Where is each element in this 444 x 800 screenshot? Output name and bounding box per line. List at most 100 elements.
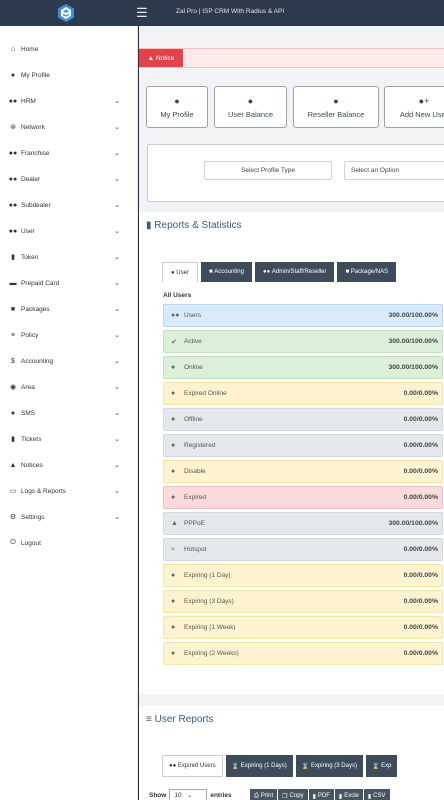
sidebar-item-area[interactable]: ◉ Area ⌄ bbox=[0, 376, 138, 398]
sidebar-item-tickets[interactable]: ▮ Tickets ⌄ bbox=[0, 428, 138, 450]
stat-row-expiring-2-weeks[interactable]: ● Expiring (2 Weeks) 0.00/0.00% bbox=[163, 642, 443, 665]
stat-row-users[interactable]: ●● Users 300.00/100.00% bbox=[163, 304, 443, 327]
user-reports-tabs: ●● Expired Users ⌛ Expiring (1 Days) ⌛ E… bbox=[162, 755, 400, 777]
chevron-down-icon: ⌄ bbox=[114, 150, 120, 157]
print-icon: ⎙ bbox=[254, 792, 259, 799]
sidebar-item-packages[interactable]: ■ Packages ⌄ bbox=[0, 298, 138, 320]
stat-row-offline[interactable]: ● Offline 0.00/0.00% bbox=[163, 408, 443, 431]
stat-row-online[interactable]: ● Online 300.00/100.00% bbox=[163, 356, 443, 379]
stat-row-disable[interactable]: ● Disable 0.00/0.00% bbox=[163, 460, 443, 483]
csv-button[interactable]: ▮ CSV bbox=[363, 789, 390, 800]
export-buttons: ⎙ Print ❐ Copy ▮ PDF ▮ Excle ▮ CSV bbox=[250, 789, 391, 800]
user-icon: ● bbox=[174, 95, 180, 106]
copy-button[interactable]: ❐ Copy bbox=[278, 789, 308, 800]
card-icon: ▬ bbox=[9, 279, 17, 287]
sidebar-item-prepaid-card[interactable]: ▬ Prepaid Card ⌄ bbox=[0, 272, 138, 294]
tab-expiring-3-days[interactable]: ⌛ Expiring (3 Days) bbox=[295, 755, 363, 777]
sidebar-item-my-profile[interactable]: ● My Profile bbox=[0, 64, 138, 86]
my-profile-button[interactable]: ● My Profile bbox=[146, 86, 208, 128]
add-new-user-button[interactable]: ●+ Add New User bbox=[384, 86, 444, 128]
network-icon: ⊛ bbox=[10, 124, 16, 131]
chevron-down-icon: ⌄ bbox=[114, 358, 120, 365]
excel-button[interactable]: ▮ Excle bbox=[334, 789, 363, 800]
sidebar: ⌂ Home ● My Profile ●● HRM ⌄ ⊛ Network ⌄ ●● Fra… bbox=[0, 26, 138, 800]
chevron-down-icon: ⌄ bbox=[187, 792, 193, 799]
dollar-icon: ■ bbox=[208, 269, 213, 275]
sidebar-item-network[interactable]: ⊛ Network ⌄ bbox=[0, 116, 138, 138]
copy-icon: ❐ bbox=[282, 793, 288, 800]
bell-icon: ▲ bbox=[9, 461, 17, 469]
list-icon: ≡ bbox=[10, 331, 16, 339]
user-off-icon: ● bbox=[171, 416, 176, 423]
chevron-down-icon: ⌄ bbox=[114, 332, 120, 339]
sidebar-item-notices[interactable]: ▲ Notices ⌄ bbox=[0, 454, 138, 476]
entries-select[interactable]: 10 ⌄ bbox=[169, 789, 208, 800]
pdf-button[interactable]: ▮ PDF bbox=[308, 789, 334, 800]
stat-row-expiring-3-days[interactable]: ● Expiring (3 Days) 0.00/0.00% bbox=[163, 590, 443, 613]
stat-row-hotspot[interactable]: ≈ Hotspot 0.00/0.00% bbox=[163, 538, 443, 561]
sidebar-item-franchise[interactable]: ●● Franchise ⌄ bbox=[0, 142, 138, 164]
user-balance-button[interactable]: ● User Balance bbox=[214, 86, 287, 128]
notice-badge[interactable]: ▲ Notice bbox=[139, 49, 183, 67]
sidebar-item-hrm[interactable]: ●● HRM ⌄ bbox=[0, 90, 138, 112]
ticket-icon: ▮ bbox=[11, 254, 15, 261]
ticket-icon: ▮ bbox=[11, 436, 15, 443]
stat-row-pppoe[interactable]: ▲ PPPoE 300.00/100.00% bbox=[163, 512, 443, 535]
sidebar-item-subdealer[interactable]: ●● Subdealer ⌄ bbox=[0, 194, 138, 216]
stat-row-registered[interactable]: ● Registered 0.00/0.00% bbox=[163, 434, 443, 457]
stat-row-expired-online[interactable]: ● Expired Online 0.00/0.00% bbox=[163, 382, 443, 405]
sidebar-item-token[interactable]: ▮ Token ⌄ bbox=[0, 246, 138, 268]
sidebar-item-accounting[interactable]: $ Accounting ⌄ bbox=[0, 350, 138, 372]
sidebar-item-user[interactable]: ●● User ⌄ bbox=[0, 220, 138, 242]
user-icon: ● bbox=[333, 95, 339, 106]
profile-type-select[interactable]: Select Profile Type bbox=[204, 161, 332, 180]
sidebar-item-logs-reports[interactable]: ▭ Logs & Reports ⌄ bbox=[0, 480, 138, 502]
sidebar-item-logout[interactable]: ⏻ Logout bbox=[0, 532, 138, 554]
tab-admin-staff-reseller[interactable]: ●● Admin/Staff/Reseller bbox=[254, 262, 335, 282]
print-button[interactable]: ⎙ Print bbox=[250, 789, 278, 800]
chevron-down-icon: ⌄ bbox=[114, 514, 120, 521]
user-clock-icon: ● bbox=[171, 390, 176, 397]
tab-accounting[interactable]: ■ Accounting bbox=[200, 262, 252, 282]
sidebar-item-dealer[interactable]: ●● Dealer ⌄ bbox=[0, 168, 138, 190]
sidebar-item-home[interactable]: ⌂ Home bbox=[0, 38, 138, 60]
file-icon: ▮ bbox=[146, 220, 152, 231]
sidebar-item-settings[interactable]: ⚙ Settings ⌄ bbox=[0, 506, 138, 528]
user-icon: ● bbox=[247, 95, 254, 106]
sidebar-item-policy[interactable]: ≡ Policy ⌄ bbox=[0, 324, 138, 346]
hourglass-icon: ⌛ bbox=[301, 763, 310, 770]
option-select[interactable]: Select an Option bbox=[344, 161, 444, 180]
stat-row-expiring-1-day[interactable]: ● Expiring (1 Day) 0.00/0.00% bbox=[163, 564, 443, 587]
stat-row-active[interactable]: ✔ Active 300.00/100.00% bbox=[163, 330, 443, 353]
user-minus-icon: ● bbox=[171, 468, 176, 475]
stat-row-expired[interactable]: ● Expired 0.00/0.00% bbox=[163, 486, 443, 509]
users-icon: ●● bbox=[8, 175, 18, 183]
users-icon: ●● bbox=[8, 201, 18, 209]
gear-icon: ⚙ bbox=[9, 514, 17, 521]
hamburger-icon[interactable]: ☰ bbox=[136, 6, 148, 20]
user-reports-panel: ≡ User Reports ●● Expired Users ⌛ Expiri… bbox=[139, 706, 444, 800]
hourglass-icon: ⌛ bbox=[231, 763, 240, 770]
stat-row-expiring-1-week[interactable]: ● Expiring (1 Week) 0.00/0.00% bbox=[163, 616, 443, 639]
dollar-icon: $ bbox=[11, 357, 15, 365]
home-icon: ⌂ bbox=[10, 45, 16, 53]
users-icon: ●● bbox=[8, 97, 18, 105]
chevron-down-icon: ⌄ bbox=[114, 306, 120, 313]
show-entries: Show 10 ⌄ entries bbox=[149, 789, 232, 800]
power-icon: ⏻ bbox=[10, 539, 16, 546]
users-icon: ●● bbox=[8, 149, 18, 157]
reseller-balance-button[interactable]: ● Reseller Balance bbox=[293, 86, 379, 128]
network-icon: ▲ bbox=[171, 520, 178, 527]
tab-expired-users[interactable]: ●● Expired Users bbox=[162, 755, 223, 777]
user-icon: ● bbox=[171, 442, 176, 449]
chevron-down-icon: ⌄ bbox=[114, 436, 120, 443]
tab-expiring-1-days[interactable]: ⌛ Expiring (1 Days) bbox=[225, 755, 293, 777]
tab-user[interactable]: ● User bbox=[162, 262, 198, 282]
tab-package-nas[interactable]: ■ Package/NAS bbox=[337, 262, 397, 282]
cube-icon: ■ bbox=[10, 305, 16, 313]
user-icon: ● bbox=[10, 71, 16, 79]
tab-expiring-more[interactable]: ⌛ Exp bbox=[365, 755, 398, 777]
app-title: Zal Pro | ISP CRM With Radius & API bbox=[176, 8, 285, 15]
sidebar-item-sms[interactable]: ● SMS ⌄ bbox=[0, 402, 138, 424]
bell-icon: ▲ bbox=[147, 54, 154, 62]
